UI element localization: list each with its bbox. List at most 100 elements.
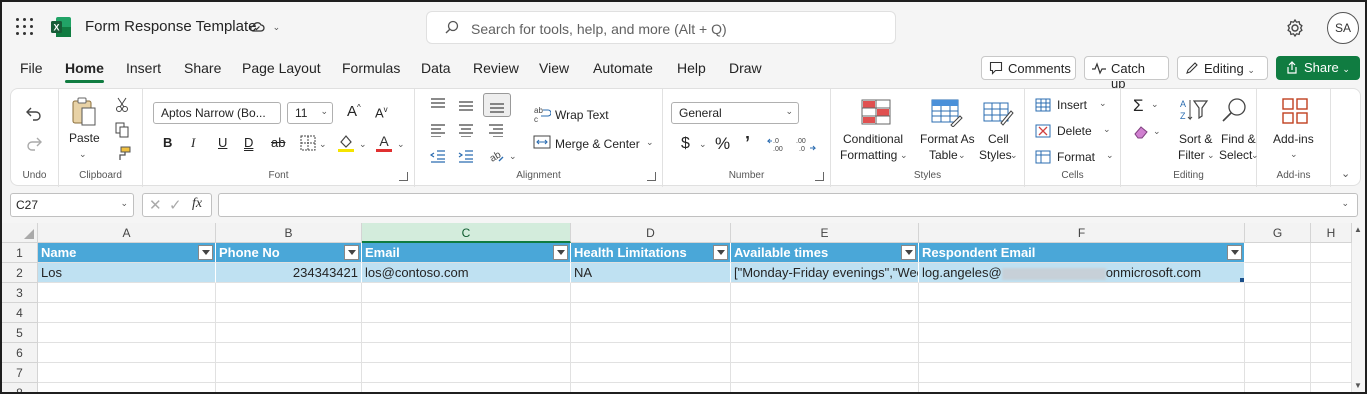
column-header-c[interactable]: C (362, 223, 571, 243)
format-as-table-label[interactable]: Format As (920, 132, 975, 146)
grid-cell[interactable] (362, 283, 571, 303)
format-cells-label[interactable]: Format (1057, 150, 1095, 164)
grid-cell[interactable] (38, 323, 216, 343)
grid-cell[interactable] (919, 343, 1245, 363)
redo-icon[interactable] (25, 135, 43, 151)
insert-cells-icon[interactable] (1035, 98, 1051, 112)
grid-cell[interactable] (216, 363, 362, 383)
chevron-down-icon[interactable]: ⌄ (509, 151, 517, 162)
align-middle-icon[interactable] (457, 99, 475, 113)
row-header[interactable]: 7 (2, 363, 38, 383)
tab-draw[interactable]: Draw (729, 60, 762, 76)
decrease-indent-icon[interactable] (429, 149, 447, 163)
table-header-cell[interactable]: Phone No (216, 243, 362, 263)
grid-cell[interactable] (362, 343, 571, 363)
grid-cell[interactable] (919, 363, 1245, 383)
grid-cell[interactable] (919, 383, 1245, 392)
scroll-down-icon[interactable]: ▼ (1354, 381, 1362, 390)
grid-cell[interactable] (571, 283, 731, 303)
search-box[interactable]: Search for tools, help, and more (Alt + … (426, 11, 896, 44)
grid-cell[interactable] (731, 323, 919, 343)
grid-cell[interactable] (731, 363, 919, 383)
wrap-text-icon[interactable]: abc (533, 105, 551, 123)
table-header-cell[interactable]: Respondent Email (919, 243, 1245, 263)
grid-cell[interactable] (1245, 303, 1311, 323)
tab-file[interactable]: File (20, 60, 43, 76)
table-cell[interactable]: NA (571, 263, 731, 283)
chevron-down-icon[interactable]: ⌄ (359, 139, 367, 150)
table-header-cell[interactable]: Name (38, 243, 216, 263)
grid-cell[interactable] (1245, 363, 1311, 383)
grid-cell[interactable] (216, 323, 362, 343)
orientation-icon[interactable]: ab (487, 147, 505, 163)
decrease-font-size-icon[interactable]: Av (375, 105, 388, 120)
format-cells-icon[interactable] (1035, 150, 1051, 164)
chevron-down-icon[interactable]: ⌄ (397, 139, 405, 150)
grid-cell[interactable] (1245, 283, 1311, 303)
percent-icon[interactable]: % (715, 134, 730, 154)
grid-cell[interactable] (919, 303, 1245, 323)
align-top-icon[interactable] (429, 97, 447, 111)
grid-cell[interactable] (216, 283, 362, 303)
strikethrough-icon[interactable]: ab (271, 135, 285, 150)
grid-cell[interactable] (571, 323, 731, 343)
cell-styles-label[interactable]: Cell (988, 132, 1009, 146)
expand-formula-chevron-icon[interactable]: ⌄ (1341, 198, 1349, 209)
align-right-icon[interactable] (487, 123, 505, 137)
paste-icon[interactable] (71, 97, 97, 127)
grid-cell[interactable] (731, 383, 919, 392)
share-button[interactable]: Share ⌄ (1276, 56, 1360, 80)
merge-center-label[interactable]: Merge & Center (555, 137, 640, 151)
grid-cell[interactable] (571, 383, 731, 392)
grid-cell[interactable] (919, 323, 1245, 343)
filter-dropdown-icon[interactable] (344, 245, 359, 260)
grid-cell[interactable] (571, 343, 731, 363)
chevron-down-icon[interactable]: ⌄ (79, 149, 87, 160)
user-avatar[interactable]: SA (1327, 12, 1359, 44)
grid-cell[interactable] (362, 363, 571, 383)
column-header-f[interactable]: F (919, 223, 1245, 243)
grid-cell[interactable] (362, 323, 571, 343)
doc-status-icons[interactable]: ⌄ (249, 18, 280, 34)
grid-cell[interactable] (216, 303, 362, 323)
table-header-cell[interactable]: Email (362, 243, 571, 263)
cancel-icon[interactable]: ✕ (149, 196, 162, 214)
clear-eraser-icon[interactable] (1133, 125, 1149, 139)
grid-cell[interactable] (38, 343, 216, 363)
select-all-corner[interactable] (2, 223, 38, 243)
insert-cells-label[interactable]: Insert (1057, 98, 1087, 112)
grid-cell[interactable] (38, 283, 216, 303)
document-title[interactable]: Form Response Template (85, 18, 256, 35)
table-header-cell[interactable]: Health Limitations (571, 243, 731, 263)
tab-formulas[interactable]: Formulas (342, 60, 400, 76)
grid-cell[interactable] (38, 303, 216, 323)
grid-cell[interactable] (38, 383, 216, 392)
column-header-b[interactable]: B (216, 223, 362, 243)
grid-cell[interactable] (1311, 283, 1352, 303)
worksheet-grid[interactable]: A B C D E F G H 1 2 3 4 5 6 7 8 Name Pho… (2, 223, 1365, 392)
format-as-table-label2[interactable]: Table (929, 148, 958, 162)
column-header-e[interactable]: E (731, 223, 919, 243)
filter-dropdown-icon[interactable] (901, 245, 916, 260)
undo-icon[interactable] (25, 105, 43, 121)
column-header-d[interactable]: D (571, 223, 731, 243)
increase-font-size-icon[interactable]: A^ (347, 103, 361, 120)
align-left-icon[interactable] (429, 123, 447, 137)
grid-cell[interactable] (731, 343, 919, 363)
chevron-down-icon[interactable]: ⌄ (120, 198, 128, 209)
grid-cell[interactable] (1245, 343, 1311, 363)
comments-button[interactable]: Comments (981, 56, 1076, 80)
scroll-up-icon[interactable]: ▲ (1354, 225, 1362, 234)
insert-function-icon[interactable]: fx (192, 196, 202, 212)
cut-icon[interactable] (115, 97, 129, 113)
grid-cell[interactable] (1245, 383, 1311, 392)
grid-cell[interactable] (571, 363, 731, 383)
filter-dropdown-icon[interactable] (553, 245, 568, 260)
tab-help[interactable]: Help (677, 60, 706, 76)
tab-page-layout[interactable]: Page Layout (242, 60, 321, 76)
row-header[interactable]: 2 (2, 263, 38, 283)
grid-cell[interactable] (731, 303, 919, 323)
borders-icon[interactable] (300, 135, 316, 151)
font-size-dropdown[interactable]: 11 ⌄ (287, 102, 333, 124)
tab-data[interactable]: Data (421, 60, 451, 76)
